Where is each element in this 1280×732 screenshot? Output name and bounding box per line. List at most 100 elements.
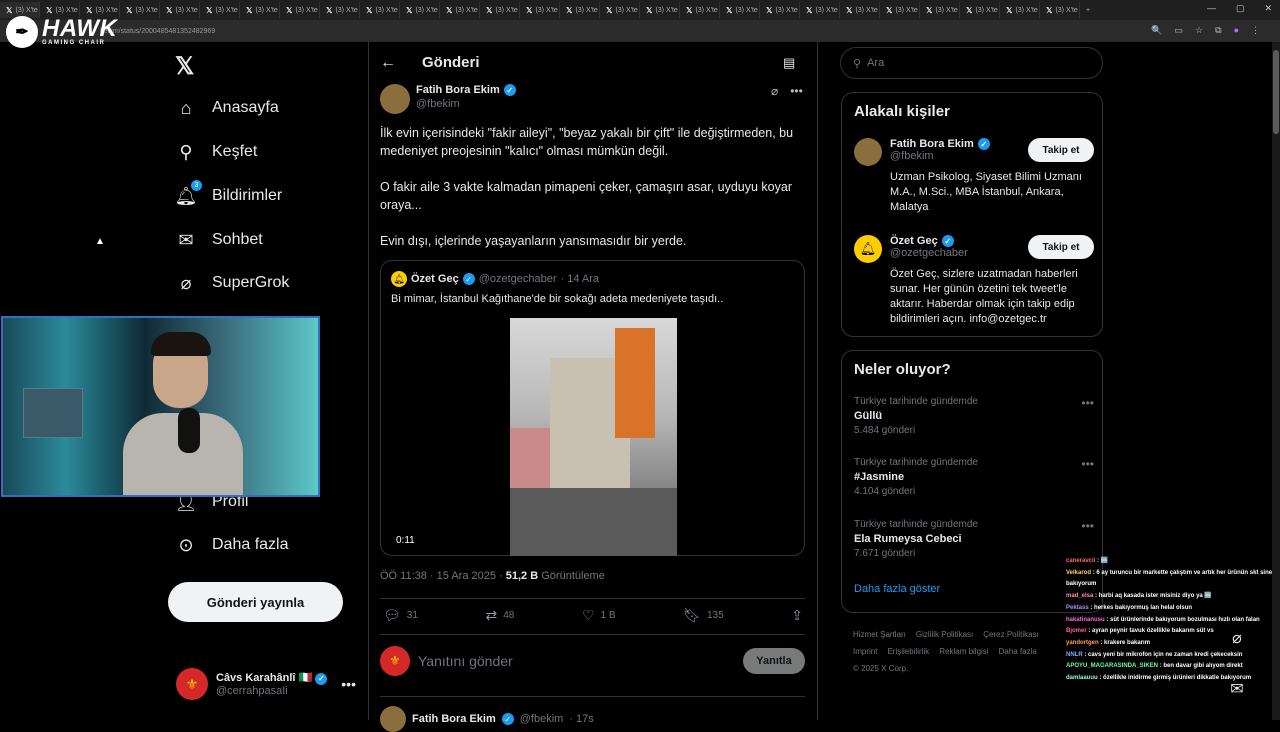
maximize-icon[interactable]: ▢ bbox=[1236, 3, 1245, 14]
cast-icon[interactable]: ▭ bbox=[1175, 25, 1184, 36]
browser-tab[interactable]: 𝕏 (3) X'te bbox=[560, 2, 600, 18]
browser-tab[interactable]: 𝕏 (3) X'te bbox=[200, 2, 240, 18]
chat-message: Velkarod : 6 ay turuncu bir markette çal… bbox=[1066, 568, 1280, 591]
back-arrow-icon[interactable]: ← bbox=[380, 54, 396, 72]
browser-tab[interactable]: 𝕏 (3) X'te bbox=[1000, 2, 1040, 18]
stream-chat-overlay: caneravcii : 🆒 Velkarod : 6 ay turuncu b… bbox=[1066, 556, 1280, 685]
person-row[interactable]: Fatih Bora Ekim ✓ @fbekim Uzman Psikolog,… bbox=[854, 138, 1094, 215]
footer-link[interactable]: Daha fazla bbox=[999, 647, 1037, 656]
sidebar-item-more[interactable]: ⊙ Daha fazla bbox=[176, 534, 288, 555]
sidebar-item-explore[interactable]: ⚲ Keşfet bbox=[176, 142, 257, 162]
more-icon[interactable]: ••• bbox=[1081, 519, 1094, 533]
more-circle-icon: ⊙ bbox=[178, 534, 194, 555]
browser-tab[interactable]: 𝕏 (3) X'te bbox=[880, 2, 920, 18]
reply-input[interactable]: Yanıtını gönder bbox=[418, 653, 735, 669]
browser-tab[interactable]: 𝕏 (3) X'te bbox=[520, 2, 560, 18]
sidebar-item-home[interactable]: ⌂ Anasayfa bbox=[176, 98, 279, 118]
sidebar-item-notifications[interactable]: 🔔︎ 3 Bildirimler bbox=[175, 180, 282, 206]
zoom-icon[interactable]: 🔍 bbox=[1151, 25, 1162, 36]
chat-text: : harbi aq kasada ister misiniz diyo ya … bbox=[1095, 593, 1212, 600]
browser-tab[interactable]: 𝕏 (3) X'te bbox=[760, 2, 800, 18]
browser-tab[interactable]: 𝕏 (3) X'te bbox=[240, 2, 280, 18]
trend-item[interactable]: Türkiye tarihinde gündemde Ela Rumeysa C… bbox=[854, 519, 1094, 559]
more-icon[interactable]: ••• bbox=[790, 84, 803, 98]
footer-link[interactable]: Hizmet Şartları bbox=[853, 630, 906, 639]
author-handle[interactable]: @fbekim bbox=[416, 98, 516, 110]
road-shape bbox=[510, 488, 677, 556]
divider bbox=[380, 696, 805, 697]
trend-item[interactable]: Türkiye tarihinde gündemde Güllü 5.484 g… bbox=[854, 396, 1094, 436]
next-post-header[interactable]: Fatih Bora Ekim ✓ @fbekim · 17s bbox=[380, 706, 594, 732]
scrollbar-thumb[interactable] bbox=[1273, 50, 1279, 134]
follow-button[interactable]: Takip et bbox=[1028, 138, 1094, 162]
account-switcher[interactable]: ⚜ Câvs Karahânlî 🇮🇹 ✓ @cerrahpasaIi ••• bbox=[176, 668, 356, 700]
star-icon[interactable]: ☆ bbox=[1195, 25, 1203, 36]
more-icon[interactable]: ••• bbox=[341, 676, 356, 692]
like-button[interactable]: ♡ 1 B bbox=[582, 607, 616, 624]
reply-button[interactable]: 💬︎ 31 bbox=[383, 607, 418, 624]
footer-link[interactable]: Çerez Politikası bbox=[983, 630, 1039, 639]
reply-submit-button[interactable]: Yanıtla bbox=[743, 648, 805, 674]
grok-floating-icon[interactable]: ⌀ bbox=[1224, 625, 1250, 651]
chat-message: mad_elsa : harbi aq kasada ister misiniz… bbox=[1066, 591, 1280, 603]
account-handle: @cerrahpasaIi bbox=[216, 684, 288, 697]
scrollbar[interactable] bbox=[1272, 42, 1280, 720]
profile-icon[interactable]: ● bbox=[1234, 25, 1239, 36]
browser-tab[interactable]: 𝕏 (3) X'te bbox=[120, 2, 160, 18]
minimize-icon[interactable]: — bbox=[1207, 3, 1216, 14]
show-more-link[interactable]: Daha fazla göster bbox=[854, 583, 940, 595]
menu-icon[interactable]: ⋮ bbox=[1251, 25, 1260, 36]
grok-icon[interactable]: ⌀ bbox=[771, 84, 778, 98]
notification-badge: 3 bbox=[191, 180, 202, 191]
sidebar-item-supergrok[interactable]: ⌀ SuperGrok bbox=[176, 273, 290, 293]
browser-tab[interactable]: 𝕏 (3) X'te bbox=[680, 2, 720, 18]
quoted-post[interactable]: 🔔︎ Özet Geç ✓ @ozetgechaber · 14 Ara Bi … bbox=[380, 260, 805, 556]
browser-tab[interactable]: 𝕏 (3) X'te bbox=[360, 2, 400, 18]
repost-button[interactable]: ⇄ 48 bbox=[486, 607, 515, 624]
search-input[interactable]: ⚲ Ara bbox=[840, 47, 1103, 79]
browser-tab[interactable]: 𝕏 (3) X'te bbox=[1040, 2, 1080, 18]
avatar[interactable] bbox=[380, 84, 410, 114]
extensions-icon[interactable]: ⧉ bbox=[1215, 25, 1221, 36]
reader-mode-icon[interactable]: ▤ bbox=[783, 55, 795, 71]
more-icon[interactable]: ••• bbox=[1081, 396, 1094, 410]
chat-user: Pektass bbox=[1066, 604, 1089, 611]
browser-tab[interactable]: 𝕏 (3) X'te bbox=[280, 2, 320, 18]
footer-link[interactable]: Imprint bbox=[853, 647, 877, 656]
browser-tab[interactable]: 𝕏 (3) X'te bbox=[920, 2, 960, 18]
new-tab-button[interactable]: + bbox=[1080, 2, 1098, 18]
browser-tab[interactable]: 𝕏 (3) X'te bbox=[600, 2, 640, 18]
browser-tab[interactable]: 𝕏 (3) X'te bbox=[960, 2, 1000, 18]
author-name[interactable]: Fatih Bora Ekim bbox=[416, 84, 500, 96]
browser-tab[interactable]: 𝕏 (3) X'te bbox=[480, 2, 520, 18]
browser-tab[interactable]: 𝕏 (3) X'te bbox=[400, 2, 440, 18]
post-button[interactable]: Gönderi yayınla bbox=[168, 582, 343, 622]
browser-tab[interactable]: 𝕏 (3) X'te bbox=[640, 2, 680, 18]
browser-tab[interactable]: 𝕏 (3) X'te bbox=[840, 2, 880, 18]
person-row[interactable]: 🔔︎ Özet Geç ✓ @ozetgechaber Özet Geç, siz… bbox=[854, 235, 1094, 327]
footer-link[interactable]: Erişilebilirlik bbox=[887, 647, 929, 656]
verified-icon: ✓ bbox=[315, 672, 328, 685]
bookmark-button[interactable]: 🔖︎ 135 bbox=[683, 607, 723, 624]
quote-date: · 14 Ara bbox=[560, 273, 600, 285]
footer-link[interactable]: Reklam bilgisi bbox=[939, 647, 988, 656]
share-icon: ⇪ bbox=[791, 607, 803, 623]
close-icon[interactable]: ✕ bbox=[1264, 3, 1272, 14]
more-icon[interactable]: ••• bbox=[1081, 457, 1094, 471]
x-home-logo-icon[interactable]: 𝕏 bbox=[175, 52, 194, 81]
messages-floating-icon[interactable]: ✉ bbox=[1224, 676, 1250, 702]
share-button[interactable]: ⇪ bbox=[791, 607, 803, 624]
address-bar[interactable]: bekim/status/2000485481352482969 🔍 ▭ ☆ ⧉… bbox=[0, 20, 1280, 42]
follow-button[interactable]: Takip et bbox=[1028, 235, 1094, 259]
footer-link[interactable]: Gizlilik Politikası bbox=[916, 630, 973, 639]
browser-tab[interactable]: 𝕏 (3) X'te bbox=[440, 2, 480, 18]
browser-tab[interactable]: 𝕏 (3) X'te bbox=[720, 2, 760, 18]
x-logo-icon: 𝕏 bbox=[206, 5, 213, 15]
sidebar-item-chat[interactable]: ✉ Sohbet bbox=[176, 230, 262, 250]
trend-item[interactable]: Türkiye tarihinde gündemde #Jasmine 4.10… bbox=[854, 457, 1094, 497]
browser-tab[interactable]: 𝕏 (3) X'te bbox=[320, 2, 360, 18]
browser-tab[interactable]: 𝕏 (3) X'te bbox=[800, 2, 840, 18]
video-thumbnail[interactable] bbox=[510, 318, 677, 556]
browser-tab[interactable]: 𝕏 (3) X'te bbox=[160, 2, 200, 18]
avatar: 🔔︎ bbox=[391, 271, 407, 287]
